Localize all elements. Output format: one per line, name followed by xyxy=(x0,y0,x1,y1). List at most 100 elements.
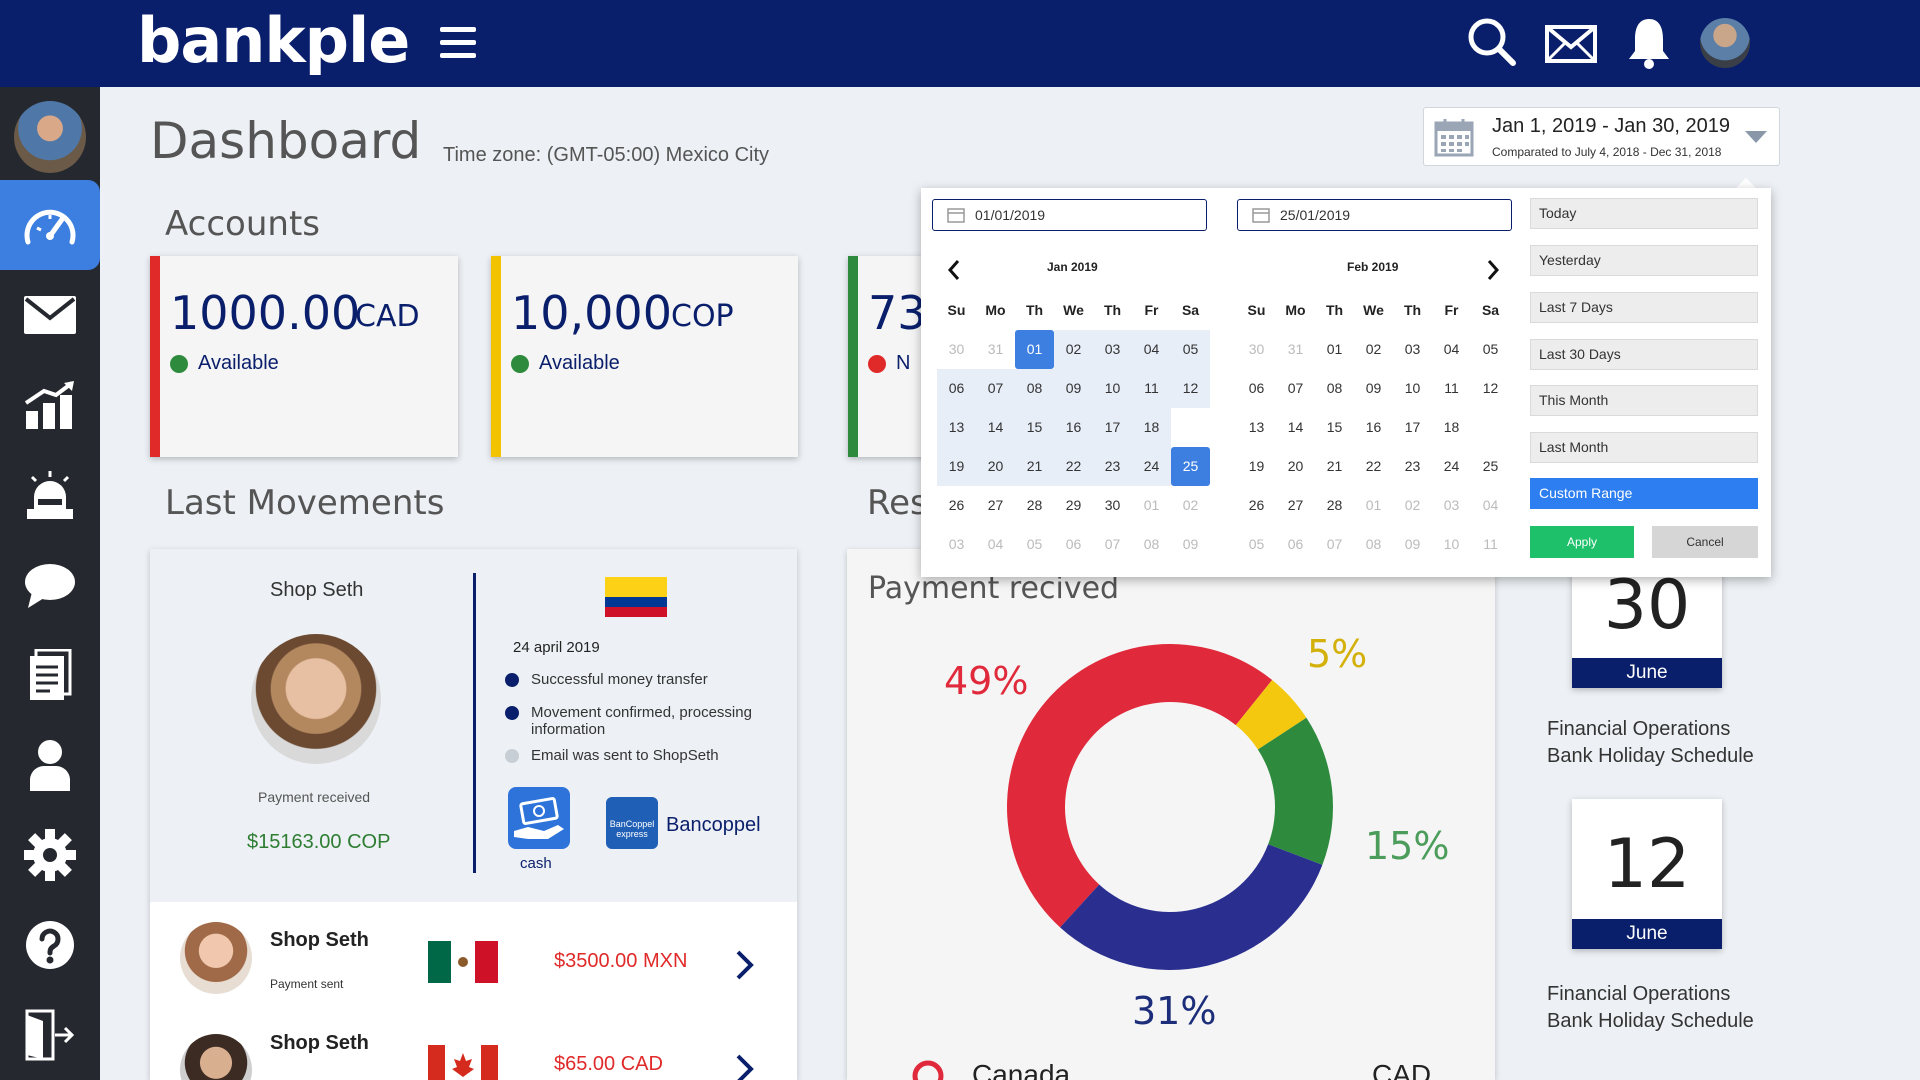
calendar-day-cell[interactable]: 09 xyxy=(1054,369,1093,408)
calendar-day-cell[interactable]: 05 xyxy=(1237,525,1276,564)
calendar-day-cell[interactable]: 26 xyxy=(937,486,976,525)
sidebar-item-documents[interactable] xyxy=(0,630,100,720)
calendar-day-cell[interactable]: 25 xyxy=(1171,447,1210,486)
preset-last-7-days[interactable]: Last 7 Days xyxy=(1530,292,1758,323)
calendar-day-cell[interactable]: 05 xyxy=(1171,330,1210,369)
sidebar-item-analytics[interactable] xyxy=(0,360,100,450)
chevron-down-icon[interactable] xyxy=(1745,131,1767,143)
calendar-day-cell[interactable]: 03 xyxy=(1093,330,1132,369)
calendar-day-cell[interactable]: 15 xyxy=(1015,408,1054,447)
calendar-day-cell[interactable]: 02 xyxy=(1354,330,1393,369)
chevron-right-icon[interactable] xyxy=(735,1053,755,1080)
featured-movement[interactable]: Shop Seth Payment received $15163.00 COP… xyxy=(150,549,797,902)
calendar-day-cell[interactable]: 07 xyxy=(1093,525,1132,564)
mail-icon[interactable] xyxy=(1545,25,1597,63)
calendar-day-cell[interactable]: 27 xyxy=(1276,486,1315,525)
calendar-day-cell[interactable]: 02 xyxy=(1393,486,1432,525)
calendar-day-cell[interactable]: 10 xyxy=(1093,369,1132,408)
preset-last-month[interactable]: Last Month xyxy=(1530,432,1758,463)
calendar-day-cell[interactable]: 30 xyxy=(937,330,976,369)
calendar-day-cell[interactable]: 10 xyxy=(1432,525,1471,564)
calendar-day-cell[interactable]: 02 xyxy=(1054,330,1093,369)
search-icon[interactable] xyxy=(1467,17,1517,67)
calendar-day-cell[interactable]: 09 xyxy=(1171,525,1210,564)
calendar-day-cell[interactable]: 14 xyxy=(1276,408,1315,447)
calendar-day-cell[interactable]: 20 xyxy=(976,447,1015,486)
date-range-selector[interactable]: Jan 1, 2019 - Jan 30, 2019 Comparated to… xyxy=(1423,107,1780,166)
start-date-input[interactable]: 01/01/2019 xyxy=(932,199,1207,231)
calendar-day-cell[interactable]: 03 xyxy=(937,525,976,564)
calendar-day-cell[interactable]: 29 xyxy=(1054,486,1093,525)
cancel-button[interactable]: Cancel xyxy=(1652,526,1758,558)
calendar-day-cell[interactable]: 06 xyxy=(937,369,976,408)
calendar-day-cell[interactable]: 09 xyxy=(1393,525,1432,564)
calendar-day-cell[interactable]: 22 xyxy=(1054,447,1093,486)
calendar-day-cell[interactable]: 08 xyxy=(1015,369,1054,408)
avatar[interactable] xyxy=(1700,18,1750,68)
calendar-day-cell[interactable]: 23 xyxy=(1093,447,1132,486)
calendar-day-cell[interactable]: 01 xyxy=(1354,486,1393,525)
calendar-day-cell[interactable]: 05 xyxy=(1015,525,1054,564)
calendar-day-cell[interactable]: 01 xyxy=(1315,330,1354,369)
calendar-day-cell[interactable]: 06 xyxy=(1276,525,1315,564)
calendar-day-cell[interactable]: 13 xyxy=(937,408,976,447)
calendar-day-cell[interactable]: 11 xyxy=(1132,369,1171,408)
chevron-left-icon[interactable] xyxy=(947,259,961,281)
calendar-day-cell[interactable]: 30 xyxy=(1237,330,1276,369)
calendar-day-cell[interactable]: 23 xyxy=(1393,447,1432,486)
calendar-day-cell[interactable]: 19 xyxy=(1237,447,1276,486)
calendar-day-cell[interactable]: 27 xyxy=(976,486,1015,525)
calendar-day-cell[interactable]: 13 xyxy=(1237,408,1276,447)
calendar-day-cell[interactable]: 08 xyxy=(1354,525,1393,564)
preset-yesterday[interactable]: Yesterday xyxy=(1530,245,1758,276)
calendar-day-cell[interactable]: 21 xyxy=(1015,447,1054,486)
calendar-day-cell[interactable]: 21 xyxy=(1315,447,1354,486)
list-item[interactable]: Shop Seth $65.00 CAD xyxy=(150,1019,797,1080)
calendar-day-cell[interactable]: 15 xyxy=(1315,408,1354,447)
calendar-day-cell[interactable]: 04 xyxy=(1132,330,1171,369)
sidebar-item-profile[interactable] xyxy=(0,720,100,810)
calendar-day-cell[interactable]: 31 xyxy=(1276,330,1315,369)
sidebar-item-help[interactable] xyxy=(0,900,100,990)
calendar-day-cell[interactable]: 06 xyxy=(1054,525,1093,564)
preset-last-30-days[interactable]: Last 30 Days xyxy=(1530,339,1758,370)
calendar-day-cell[interactable]: 18 xyxy=(1132,408,1171,447)
calendar-day-cell[interactable]: 06 xyxy=(1237,369,1276,408)
calendar-day-cell[interactable]: 04 xyxy=(976,525,1015,564)
calendar-day-cell[interactable]: 01 xyxy=(1015,330,1054,369)
sidebar-item-dashboard[interactable] xyxy=(0,180,100,270)
calendar-day-cell[interactable]: 02 xyxy=(1171,486,1210,525)
apply-button[interactable]: Apply xyxy=(1530,526,1634,558)
calendar-day-cell[interactable]: 17 xyxy=(1093,408,1132,447)
calendar-day-cell[interactable]: 16 xyxy=(1354,408,1393,447)
preset-custom-range[interactable]: Custom Range xyxy=(1530,478,1758,509)
calendar-day-cell[interactable]: 18 xyxy=(1432,408,1471,447)
calendar-day-cell[interactable]: 08 xyxy=(1315,369,1354,408)
calendar-day-cell[interactable]: 14 xyxy=(976,408,1015,447)
calendar-day-cell[interactable]: 12 xyxy=(1171,369,1210,408)
calendar-day-cell[interactable]: 17 xyxy=(1393,408,1432,447)
account-card[interactable]: 10,000 COP Available xyxy=(491,256,798,457)
calendar-day-cell[interactable]: 26 xyxy=(1237,486,1276,525)
preset-this-month[interactable]: This Month xyxy=(1530,385,1758,416)
sidebar-item-mail[interactable] xyxy=(0,270,100,360)
calendar-day-cell[interactable]: 07 xyxy=(976,369,1015,408)
calendar-day-cell[interactable]: 01 xyxy=(1132,486,1171,525)
calendar-day-cell[interactable]: 10 xyxy=(1393,369,1432,408)
calendar-day-cell[interactable]: 04 xyxy=(1471,486,1510,525)
calendar-day-cell[interactable]: 31 xyxy=(976,330,1015,369)
end-date-input[interactable]: 25/01/2019 xyxy=(1237,199,1512,231)
calendar-day-cell[interactable]: 07 xyxy=(1315,525,1354,564)
sidebar-item-chat[interactable] xyxy=(0,540,100,630)
calendar-day-cell[interactable]: 08 xyxy=(1132,525,1171,564)
calendar-day-cell[interactable]: 28 xyxy=(1315,486,1354,525)
calendar-day-cell[interactable]: 19 xyxy=(937,447,976,486)
bell-icon[interactable] xyxy=(1628,17,1670,69)
sidebar-item-logout[interactable] xyxy=(0,990,100,1080)
list-item[interactable]: Shop Seth Payment sent $3500.00 MXN xyxy=(150,907,797,1017)
sidebar-item-alerts[interactable] xyxy=(0,450,100,540)
calendar-day-cell[interactable]: 05 xyxy=(1471,330,1510,369)
sidebar-item-settings[interactable] xyxy=(0,810,100,900)
calendar-day-cell[interactable]: 30 xyxy=(1093,486,1132,525)
menu-icon[interactable] xyxy=(440,27,476,59)
